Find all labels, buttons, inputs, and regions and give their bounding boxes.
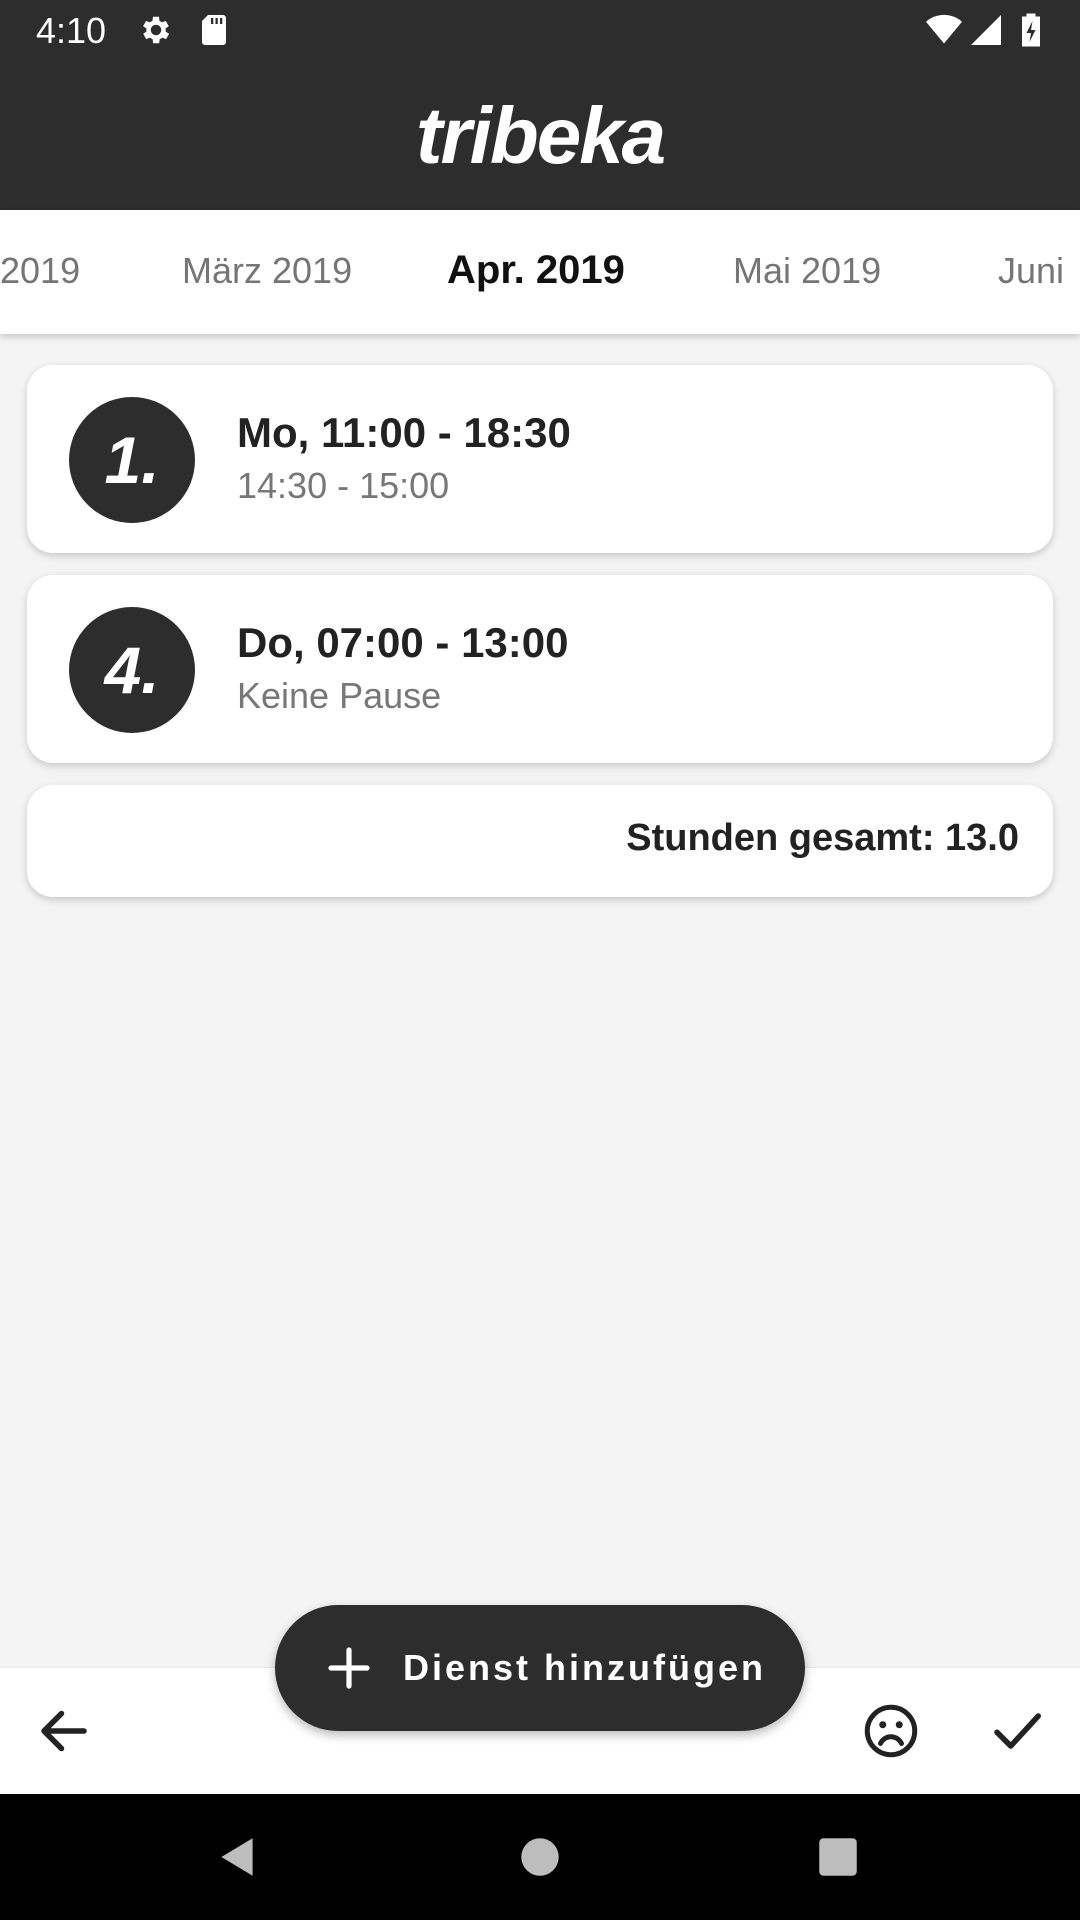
battery-charging-icon xyxy=(1022,13,1040,47)
sad-face-icon[interactable] xyxy=(861,1701,921,1761)
gear-icon xyxy=(143,16,170,44)
app-logo: tribeka xyxy=(415,91,666,180)
total-hours: Stunden gesamt: 13.0 xyxy=(626,817,1019,859)
shift-break: Keine Pause xyxy=(237,675,442,716)
nav-back-icon[interactable] xyxy=(213,1832,263,1882)
tab-month[interactable]: Juni xyxy=(998,250,1064,292)
day-badge: 1. xyxy=(69,397,195,523)
month-tabs[interactable]: 2019 März 2019 Apr. 2019 Mai 2019 Juni xyxy=(0,210,1080,334)
signal-icon xyxy=(971,15,1001,45)
shift-card[interactable]: 4. Do, 07:00 - 13:00 Keine Pause xyxy=(27,575,1053,763)
shift-break: 14:30 - 15:00 xyxy=(237,465,450,506)
tab-month[interactable]: März 2019 xyxy=(182,250,352,292)
status-time: 4:10 xyxy=(36,10,107,51)
nav-home-icon[interactable] xyxy=(515,1832,565,1882)
plus-icon xyxy=(328,1647,370,1689)
nav-recents-icon[interactable] xyxy=(813,1832,863,1882)
wifi-icon xyxy=(926,14,962,44)
total-hours-card: Stunden gesamt: 13.0 xyxy=(27,785,1053,897)
status-bar: 4:10 xyxy=(0,0,1080,62)
shift-time: Mo, 11:00 - 18:30 xyxy=(237,409,571,456)
back-arrow-icon[interactable] xyxy=(34,1701,94,1761)
tab-month[interactable]: Mai 2019 xyxy=(733,250,881,292)
day-badge: 4. xyxy=(69,607,195,733)
add-shift-button[interactable]: Dienst hinzufügen xyxy=(275,1605,805,1731)
checkmark-icon[interactable] xyxy=(987,1701,1047,1761)
system-nav-bar xyxy=(0,1794,1080,1920)
app-bar: tribeka xyxy=(0,62,1080,210)
add-shift-label: Dienst hinzufügen xyxy=(403,1647,766,1688)
shift-time: Do, 07:00 - 13:00 xyxy=(237,619,569,666)
shift-card[interactable]: 1. Mo, 11:00 - 18:30 14:30 - 15:00 xyxy=(27,365,1053,553)
tab-month[interactable]: 2019 xyxy=(0,250,80,292)
tab-month-selected[interactable]: Apr. 2019 xyxy=(447,248,625,293)
sd-card-icon xyxy=(202,15,226,45)
